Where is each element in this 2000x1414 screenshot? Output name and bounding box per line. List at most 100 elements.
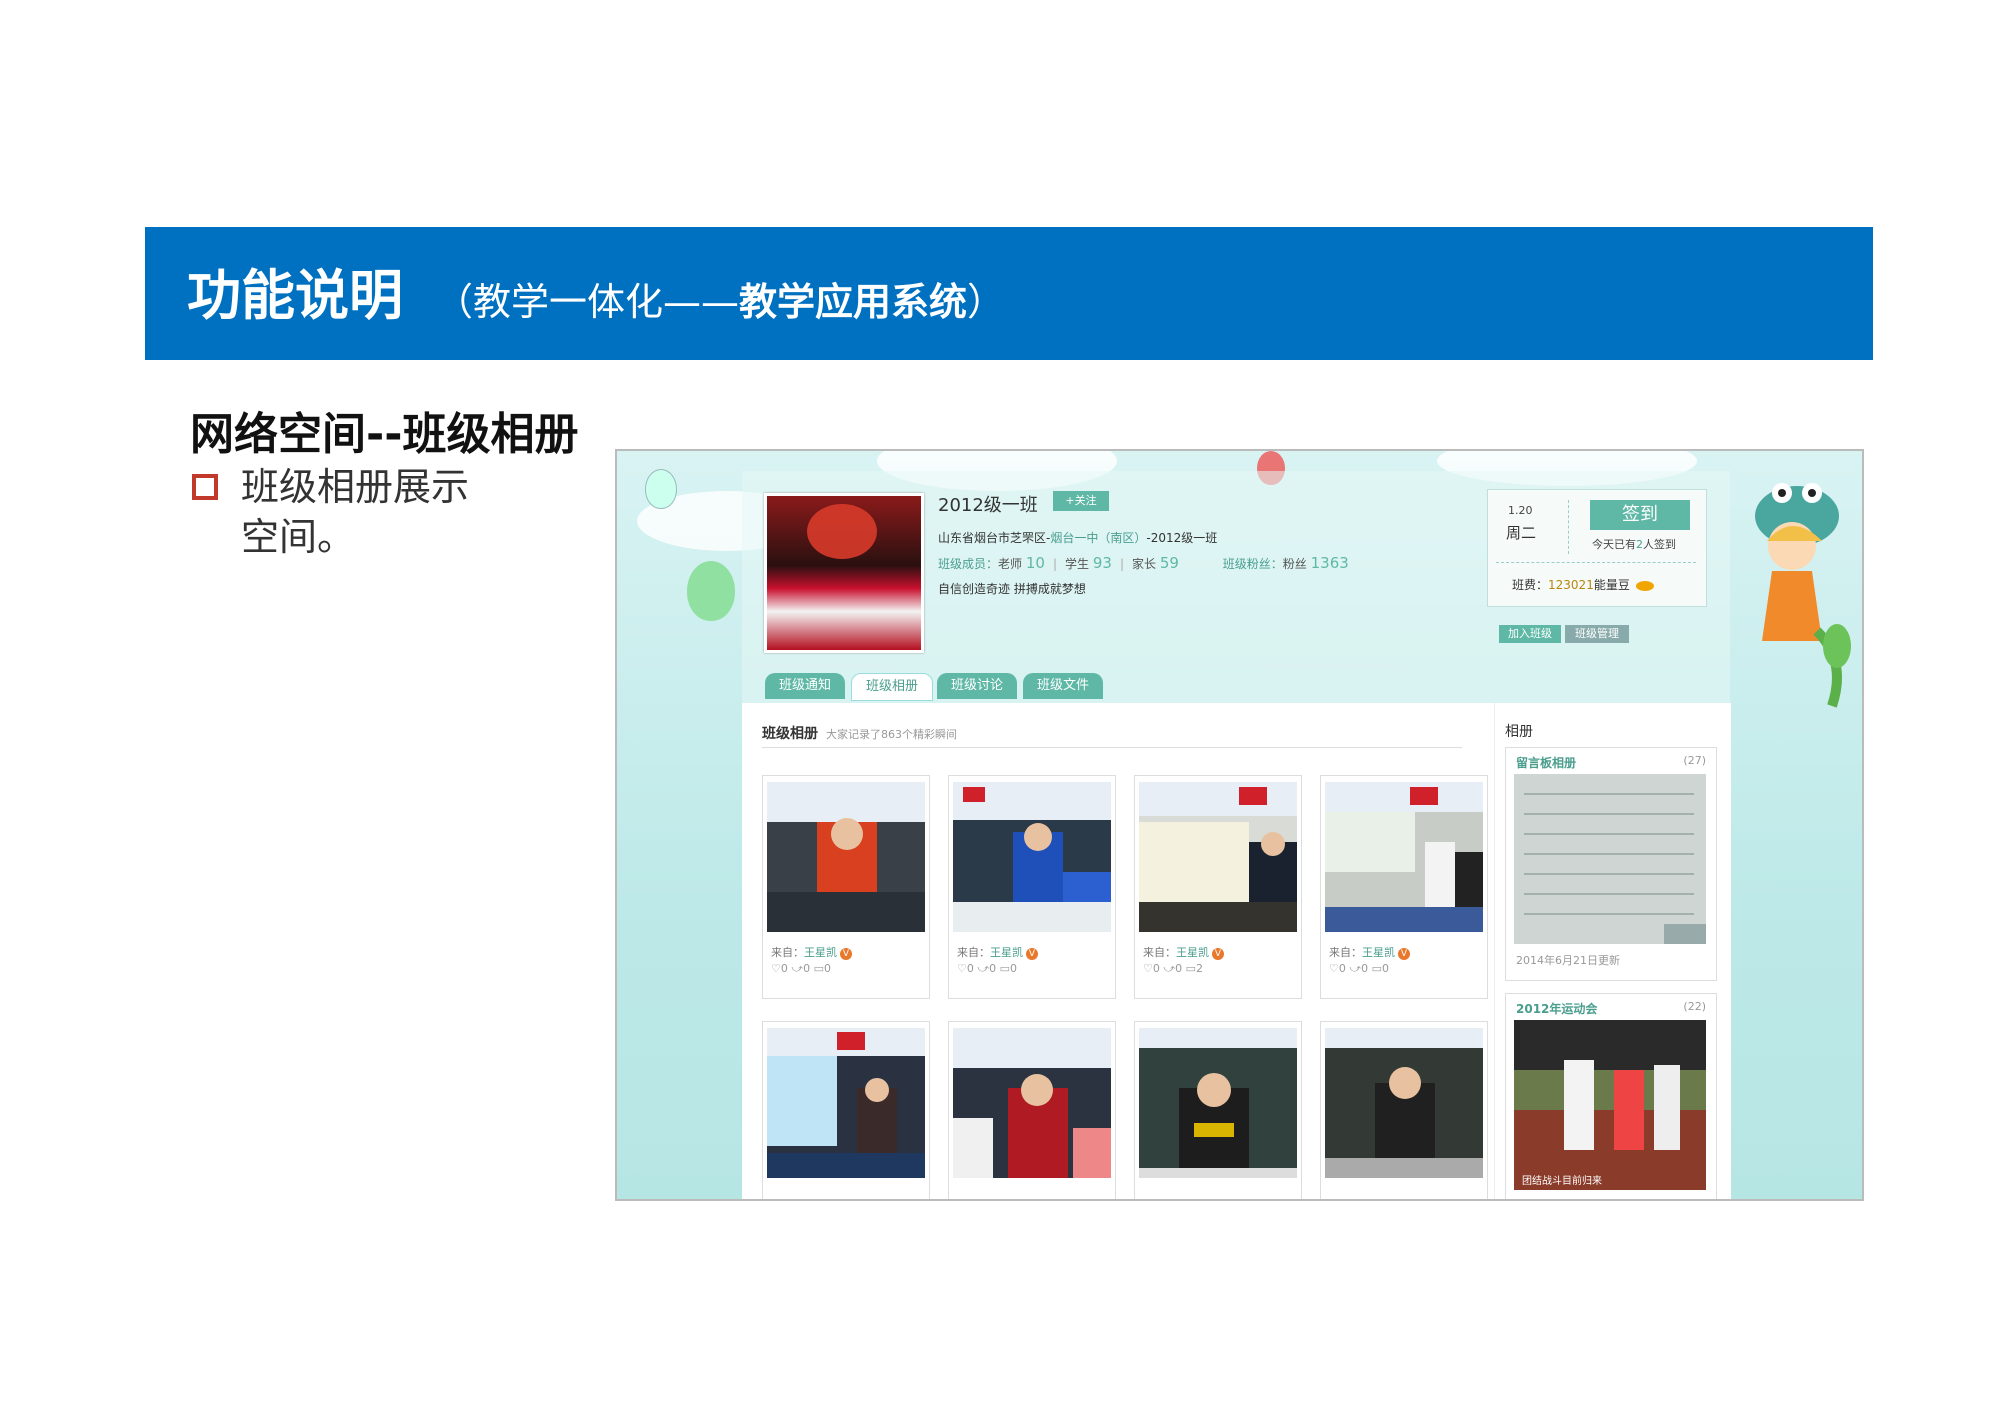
comment-icon[interactable]: ▭ bbox=[1186, 962, 1196, 975]
school-link[interactable]: 烟台一中（南区） bbox=[1050, 531, 1146, 545]
verified-badge-icon: V bbox=[1398, 948, 1410, 960]
photo-thumbnail[interactable] bbox=[953, 782, 1111, 932]
class-address: 山东省烟台市芝罘区-烟台一中（南区）-2012级一班 bbox=[938, 529, 1217, 546]
photo-actions: ♡0 ⤻0 ▭2 bbox=[1143, 962, 1204, 975]
manage-class-button[interactable]: 班级管理 bbox=[1565, 625, 1629, 643]
photo-thumbnail[interactable] bbox=[1139, 782, 1297, 932]
album-count: (22) bbox=[1683, 1000, 1706, 1013]
heart-icon[interactable]: ♡ bbox=[1143, 962, 1153, 975]
share-icon[interactable]: ⤻ bbox=[977, 962, 989, 975]
slide-subtitle-bold: 教学应用系统 bbox=[739, 280, 968, 324]
slide-subtitle: （教学一体化——教学应用系统） bbox=[435, 271, 1005, 326]
photo-card[interactable]: 来自：王星凯 V ♡0 ⤻0 ▭0 bbox=[948, 775, 1116, 999]
comment-icon[interactable]: ▭ bbox=[1000, 962, 1010, 975]
join-class-button[interactable]: 加入班级 bbox=[1499, 625, 1561, 643]
photo-card[interactable] bbox=[1320, 1021, 1488, 1199]
class-name: 2012级一班 bbox=[938, 495, 1038, 516]
photo-card[interactable] bbox=[1134, 1021, 1302, 1199]
tab-discussion[interactable]: 班级讨论 bbox=[937, 673, 1017, 699]
album-cover[interactable]: 团结战斗目前归来 bbox=[1514, 1020, 1706, 1190]
photo-card[interactable]: 来自：王星凯 V ♡0 ⤻0 ▭0 bbox=[1320, 775, 1488, 999]
tab-notice[interactable]: 班级通知 bbox=[765, 673, 845, 699]
parent-label: 家长 bbox=[1131, 557, 1156, 571]
fans-count[interactable]: 1363 bbox=[1311, 554, 1349, 572]
parent-count[interactable]: 59 bbox=[1160, 554, 1179, 572]
student-count[interactable]: 93 bbox=[1093, 554, 1112, 572]
album-cover-caption: 团结战斗目前归来 bbox=[1522, 1176, 1602, 1187]
address-prefix: 山东省烟台市芝罘区- bbox=[938, 531, 1051, 545]
share-icon[interactable]: ⤻ bbox=[1163, 962, 1175, 975]
verified-badge-icon: V bbox=[840, 948, 852, 960]
heart-icon[interactable]: ♡ bbox=[957, 962, 967, 975]
sidebar-title: 相册 bbox=[1505, 724, 1533, 740]
sidebar-album-sports[interactable]: 2012年运动会 (22) 团结战斗目前归来 bbox=[1505, 993, 1717, 1199]
photo-card[interactable] bbox=[948, 1021, 1116, 1199]
photo-actions: ♡0 ⤻0 ▭0 bbox=[957, 962, 1018, 975]
photo-thumbnail[interactable] bbox=[767, 782, 925, 932]
fans-label: 班级粉丝： bbox=[1222, 557, 1283, 571]
heart-icon[interactable]: ♡ bbox=[1329, 962, 1339, 975]
sign-date: 1.20 bbox=[1508, 504, 1533, 517]
photo-thumbnail[interactable] bbox=[1325, 1028, 1483, 1178]
photo-thumbnail[interactable] bbox=[767, 1028, 925, 1178]
slide-subtitle-close: ） bbox=[967, 280, 1006, 324]
verified-badge-icon: V bbox=[1212, 948, 1224, 960]
share-icon[interactable]: ⤻ bbox=[1349, 962, 1361, 975]
class-page-screenshot: 2012级一班 +关注 山东省烟台市芝罘区-烟台一中（南区）-2012级一班 班… bbox=[615, 449, 1864, 1201]
album-sidebar: 相册 留言板相册 (27) 2014年6月21日更新 2012年运动会 (22)… bbox=[1494, 703, 1731, 1199]
bullet-line-1: 班级相册展示 bbox=[241, 465, 470, 509]
bullet-line-2: 空间。 bbox=[241, 515, 356, 559]
photo-thumbnail[interactable] bbox=[953, 1028, 1111, 1178]
photo-card[interactable]: 来自：王星凯 V ♡0 ⤻0 ▭2 bbox=[1134, 775, 1302, 999]
photo-thumbnail[interactable] bbox=[1139, 1028, 1297, 1178]
cartoon-girl-illustration bbox=[1737, 471, 1857, 711]
slide-title: 功能说明 bbox=[187, 264, 403, 327]
balloon-icon bbox=[645, 469, 677, 509]
tab-album[interactable]: 班级相册 bbox=[851, 673, 933, 701]
teacher-count[interactable]: 10 bbox=[1026, 554, 1045, 572]
album-count: (27) bbox=[1683, 754, 1706, 767]
album-update-date: 2014年6月21日更新 bbox=[1516, 954, 1620, 967]
photo-actions: ♡0 ⤻0 ▭0 bbox=[1329, 962, 1390, 975]
share-icon[interactable]: ⤻ bbox=[791, 962, 803, 975]
class-motto: 自信创造奇迹 拼搏成就梦想 bbox=[938, 582, 1086, 596]
fans-prefix: 粉丝 bbox=[1282, 557, 1307, 571]
photo-author[interactable]: 王星凯 bbox=[804, 946, 837, 959]
sign-in-card: 1.20 周二 签到 今天已有2人签到 班费：123021能量豆 bbox=[1487, 489, 1707, 607]
sign-count-note: 今天已有2人签到 bbox=[1592, 538, 1676, 551]
album-main: 班级相册 大家记录了863个精彩瞬间 来自：王星凯 V ♡0 ⤻0 ▭0 来自：王星… bbox=[742, 703, 1488, 1199]
sign-in-button[interactable]: 签到 bbox=[1590, 500, 1690, 530]
class-logo-decoration bbox=[807, 504, 877, 559]
sign-weekday: 周二 bbox=[1506, 524, 1537, 542]
album-name[interactable]: 留言板相册 bbox=[1516, 754, 1576, 771]
album-cover[interactable] bbox=[1514, 774, 1706, 944]
energy-bean-icon bbox=[1635, 580, 1654, 591]
sidebar-album-guestbook[interactable]: 留言板相册 (27) 2014年6月21日更新 bbox=[1505, 747, 1717, 981]
heart-icon[interactable]: ♡ bbox=[771, 962, 781, 975]
photo-thumbnail[interactable] bbox=[1325, 782, 1483, 932]
balloon-icon bbox=[687, 561, 735, 621]
comment-icon[interactable]: ▭ bbox=[814, 962, 824, 975]
student-label: 学生 bbox=[1065, 557, 1090, 571]
album-subheader: 大家记录了863个精彩瞬间 bbox=[826, 728, 957, 741]
tab-files[interactable]: 班级文件 bbox=[1023, 673, 1103, 699]
album-name[interactable]: 2012年运动会 bbox=[1516, 1000, 1597, 1017]
bullet-text: 班级相册展示 空间。 bbox=[241, 462, 521, 562]
teacher-label: 老师 bbox=[998, 557, 1023, 571]
album-content: 班级相册 大家记录了863个精彩瞬间 来自：王星凯 V ♡0 ⤻0 ▭0 来自：王星… bbox=[742, 703, 1731, 1199]
slide-subtitle-open: （教学一体化—— bbox=[435, 280, 740, 324]
follow-button[interactable]: +关注 bbox=[1053, 491, 1109, 511]
members-label: 班级成员： bbox=[938, 557, 999, 571]
comment-icon[interactable]: ▭ bbox=[1372, 962, 1382, 975]
class-fund: 班费：123021能量豆 bbox=[1512, 576, 1654, 593]
class-avatar[interactable] bbox=[764, 493, 924, 653]
photo-card[interactable] bbox=[762, 1021, 930, 1199]
photo-author[interactable]: 王星凯 bbox=[1362, 946, 1395, 959]
verified-badge-icon: V bbox=[1026, 948, 1038, 960]
address-suffix: -2012级一班 bbox=[1146, 531, 1218, 545]
photo-author[interactable]: 王星凯 bbox=[1176, 946, 1209, 959]
photo-author[interactable]: 王星凯 bbox=[990, 946, 1023, 959]
photo-card[interactable]: 来自：王星凯 V ♡0 ⤻0 ▭0 bbox=[762, 775, 930, 999]
album-header: 班级相册 大家记录了863个精彩瞬间 bbox=[762, 726, 957, 742]
photo-actions: ♡0 ⤻0 ▭0 bbox=[771, 962, 832, 975]
